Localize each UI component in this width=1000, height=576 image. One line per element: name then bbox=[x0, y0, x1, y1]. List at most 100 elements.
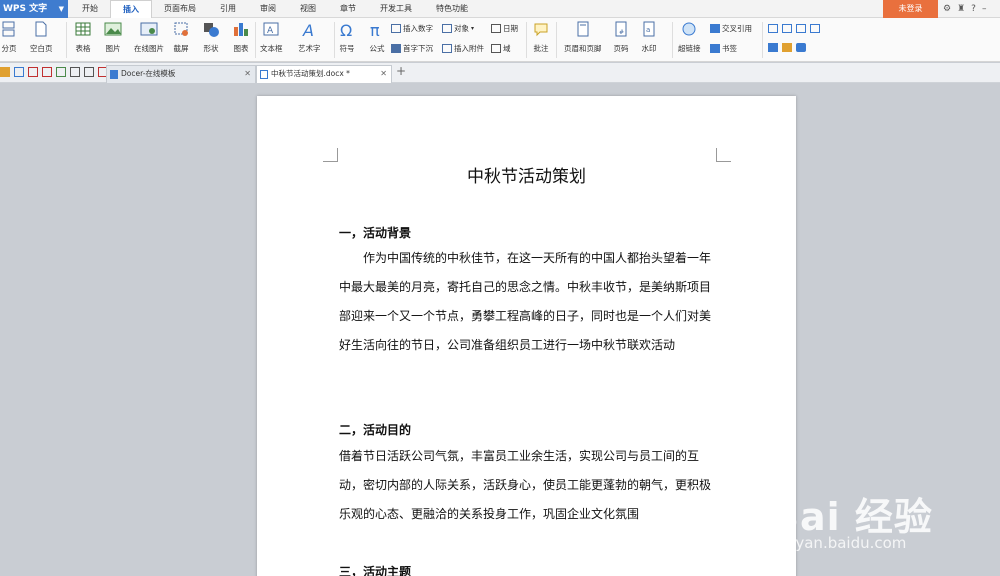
cross-reference-button[interactable]: 交叉引用 bbox=[710, 23, 752, 34]
tab-section[interactable]: 章节 bbox=[328, 0, 368, 18]
symbol-label: 符号 bbox=[339, 44, 355, 53]
chart-label: 图表 bbox=[233, 44, 249, 53]
help-icon[interactable]: ? bbox=[971, 4, 976, 14]
wordart-icon: A bbox=[302, 21, 314, 37]
page-number-icon: # bbox=[615, 21, 627, 37]
login-button[interactable]: 未登录 bbox=[883, 0, 938, 18]
open-folder-icon[interactable] bbox=[0, 67, 10, 77]
shapes-button[interactable]: 形状 bbox=[202, 18, 220, 54]
textbox-icon: A bbox=[263, 22, 279, 36]
page-number-button[interactable]: # 页码 bbox=[612, 18, 630, 54]
margin-corner-top-left bbox=[323, 148, 338, 162]
picture-button[interactable]: 图片 bbox=[104, 18, 122, 54]
baidu-watermark-url: jingyan.baidu.com bbox=[768, 534, 907, 552]
lock-icon[interactable] bbox=[796, 43, 806, 52]
screenshot-button[interactable]: 截屏 bbox=[172, 18, 190, 54]
symbol-button[interactable]: Ω 符号 bbox=[338, 18, 356, 54]
ribbon-divider bbox=[556, 22, 557, 58]
insert-number-button[interactable]: 插入数字 bbox=[391, 23, 433, 34]
doc-tab-docer[interactable]: Docer-在线模板 ✕ bbox=[106, 65, 256, 83]
object-button[interactable]: 对象 ▾ bbox=[442, 23, 474, 34]
watermark-button[interactable]: a 水印 bbox=[640, 18, 658, 54]
form-checkbox-icon[interactable] bbox=[768, 24, 778, 33]
ribbon-divider bbox=[334, 22, 335, 58]
new-tab-icon[interactable]: + bbox=[396, 64, 406, 78]
blank-page-button[interactable]: 空白页 bbox=[30, 18, 53, 54]
chart-button[interactable]: 图表 bbox=[232, 18, 250, 54]
watermark-label: 水印 bbox=[641, 44, 657, 53]
hyperlink-button[interactable]: 超链接 bbox=[678, 18, 701, 54]
page-break-label: 分页 bbox=[1, 44, 17, 53]
print-icon[interactable] bbox=[42, 67, 52, 77]
form-controls-row bbox=[768, 24, 820, 33]
form-tools-row bbox=[768, 43, 806, 52]
online-picture-icon bbox=[140, 22, 158, 36]
svg-text:π: π bbox=[370, 21, 380, 37]
tab-developer[interactable]: 开发工具 bbox=[368, 0, 424, 18]
close-icon[interactable]: ✕ bbox=[380, 66, 387, 82]
tab-references[interactable]: 引用 bbox=[208, 0, 248, 18]
print-preview-icon[interactable] bbox=[56, 67, 66, 77]
formula-label: 公式 bbox=[369, 44, 385, 53]
svg-text:A: A bbox=[267, 26, 274, 36]
table-button[interactable]: 表格 bbox=[74, 18, 92, 54]
tab-features[interactable]: 特色功能 bbox=[424, 0, 480, 18]
date-button[interactable]: 日期 bbox=[491, 23, 518, 34]
form-textbox-icon[interactable] bbox=[782, 24, 792, 33]
form-list-icon[interactable] bbox=[810, 24, 820, 33]
pi-icon: π bbox=[370, 21, 380, 37]
drop-cap-button[interactable]: 首字下沉 bbox=[391, 43, 433, 54]
chevron-down-icon: ▼ bbox=[58, 5, 64, 13]
table-icon bbox=[75, 22, 91, 36]
online-picture-button[interactable]: 在线图片 bbox=[134, 18, 164, 54]
document-page[interactable]: 中秋节活动策划 一，活动背景 作为中国传统的中秋佳节，在这一天所有的中国人都抬头… bbox=[257, 96, 796, 576]
settings-icon[interactable]: ⚙ bbox=[943, 4, 951, 14]
formula-button[interactable]: π 公式 bbox=[368, 18, 386, 54]
field-label: 域 bbox=[503, 44, 511, 53]
doc-tab-docer-label: Docer-在线模板 bbox=[121, 69, 176, 78]
page-break-button[interactable]: 分页 bbox=[0, 18, 18, 54]
bookmark-label: 书签 bbox=[722, 44, 737, 53]
undo-icon[interactable] bbox=[70, 67, 80, 77]
form-dropdown-icon[interactable] bbox=[796, 24, 806, 33]
picture-icon bbox=[104, 22, 122, 36]
app-menu-button[interactable]: WPS 文字 ▼ bbox=[0, 0, 68, 18]
comment-label: 批注 bbox=[533, 44, 549, 53]
redo-icon[interactable] bbox=[84, 67, 94, 77]
ribbon-toolbar: 分页 空白页 表格 图片 在线图片 截屏 形状 图表 A 文本框 A 艺术字 Ω… bbox=[0, 18, 1000, 62]
cross-reference-icon bbox=[710, 24, 720, 33]
field-button[interactable]: 域 bbox=[491, 43, 511, 54]
object-label: 对象 bbox=[454, 24, 469, 33]
textbox-button[interactable]: A 文本框 bbox=[260, 18, 283, 54]
document-title: 中秋节活动策划 bbox=[467, 167, 586, 187]
tab-page-layout[interactable]: 页面布局 bbox=[152, 0, 208, 18]
bookmark-button[interactable]: 书签 bbox=[710, 43, 737, 54]
paragraph-purpose: 借着节日活跃公司气氛，丰富员工业余生活，实现公司与员工间的互动，密切内部的人际关… bbox=[339, 449, 712, 521]
close-icon[interactable]: ✕ bbox=[244, 66, 251, 82]
ribbon-divider bbox=[762, 22, 763, 58]
wordart-button[interactable]: A 艺术字 bbox=[298, 18, 321, 54]
tab-insert[interactable]: 插入 bbox=[110, 0, 152, 19]
tab-start[interactable]: 开始 bbox=[70, 0, 110, 18]
baidu-watermark-logo: Bai 经验 bbox=[770, 495, 933, 539]
eraser-icon[interactable] bbox=[782, 43, 792, 52]
comment-button[interactable]: 批注 bbox=[532, 18, 550, 54]
word-doc-icon bbox=[260, 70, 268, 79]
save-icon[interactable] bbox=[14, 67, 24, 77]
bookmark-icon bbox=[710, 44, 720, 53]
pdf-export-icon[interactable] bbox=[28, 67, 38, 77]
skin-icon[interactable]: ♜ bbox=[957, 4, 965, 14]
tab-review[interactable]: 审阅 bbox=[248, 0, 288, 18]
tab-view[interactable]: 视图 bbox=[288, 0, 328, 18]
insert-attachment-button[interactable]: 插入附件 bbox=[442, 43, 484, 54]
svg-text:Ω: Ω bbox=[340, 21, 352, 37]
header-footer-button[interactable]: 页眉和页脚 bbox=[564, 18, 602, 54]
form-field-icon[interactable] bbox=[768, 43, 778, 52]
calendar-icon bbox=[491, 24, 501, 33]
minimize-icon[interactable]: – bbox=[982, 4, 987, 14]
doc-tab-current[interactable]: 中秋节活动策划.docx * ✕ bbox=[256, 65, 392, 83]
app-menu-label: WPS 文字 bbox=[3, 4, 48, 14]
section-heading-purpose: 二，活动目的 bbox=[339, 423, 412, 437]
table-label: 表格 bbox=[75, 44, 91, 53]
online-picture-label: 在线图片 bbox=[134, 44, 164, 53]
